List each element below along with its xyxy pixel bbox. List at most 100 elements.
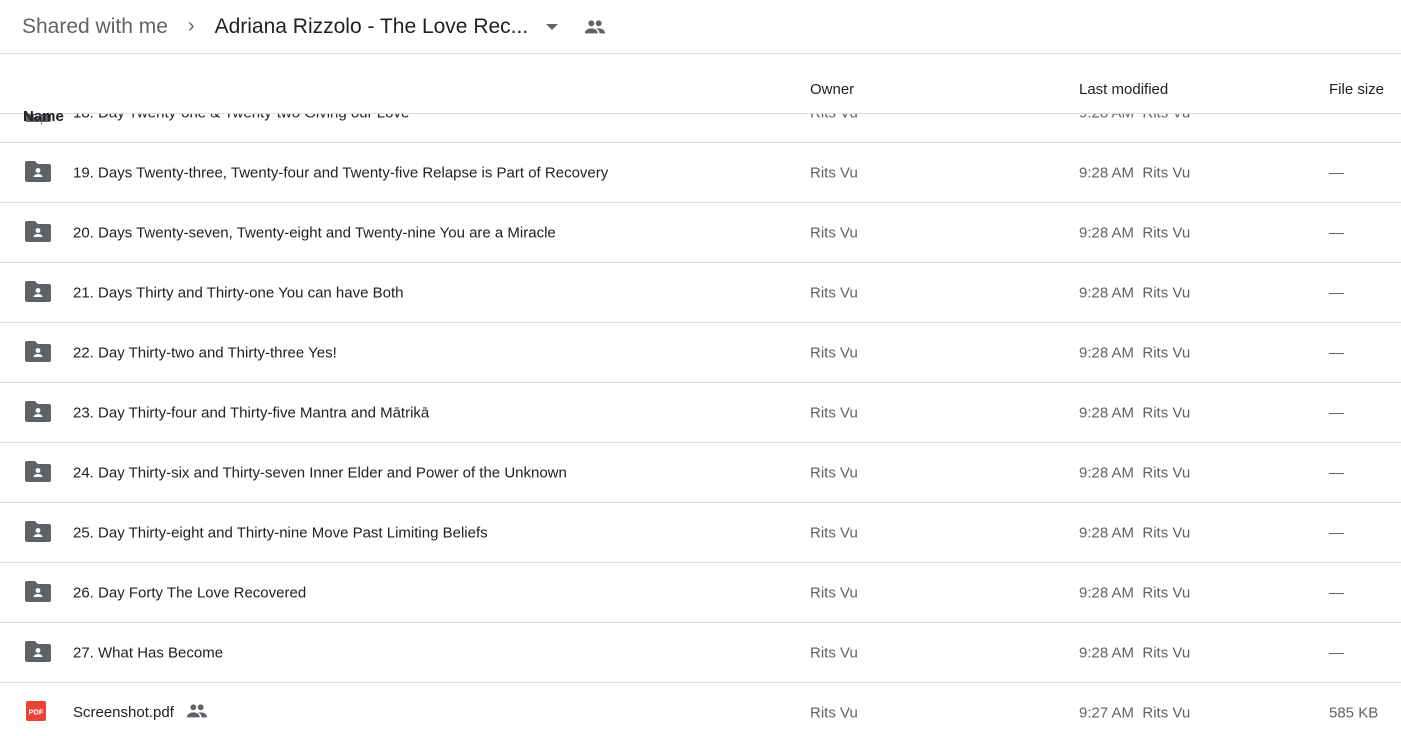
file-name-text: 19. Days Twenty-three, Twenty-four and T… <box>73 164 609 181</box>
file-name[interactable]: 22. Day Thirty-two and Thirty-three Yes! <box>73 344 337 361</box>
column-file-size[interactable]: File size <box>1329 81 1384 98</box>
file-row[interactable]: 24. Day Thirty-six and Thirty-seven Inne… <box>0 443 1401 503</box>
file-name-text: 21. Days Thirty and Thirty-one You can h… <box>73 284 404 301</box>
shared-folder-icon <box>25 580 51 606</box>
shared-folder-icon <box>25 220 51 246</box>
file-size: — <box>1329 284 1344 301</box>
owner: Rits Vu <box>810 404 858 421</box>
owner: Rits Vu <box>810 584 858 601</box>
file-name-text: 18. Day Twenty-one & Twenty-two Giving o… <box>73 114 409 121</box>
file-name[interactable]: Screenshot.pdf <box>73 703 208 723</box>
owner: Rits Vu <box>810 114 858 121</box>
svg-text:PDF: PDF <box>29 707 44 716</box>
file-name-text: Screenshot.pdf <box>73 704 174 721</box>
file-row[interactable]: 19. Days Twenty-three, Twenty-four and T… <box>0 143 1401 203</box>
file-name-text: 23. Day Thirty-four and Thirty-five Mant… <box>73 404 430 421</box>
file-size: 585 KB <box>1329 704 1379 721</box>
shared-folder-icon <box>25 340 51 366</box>
shared-folder-icon <box>25 640 51 666</box>
last-modified: 9:28 AM Rits Vu <box>1079 584 1190 601</box>
chevron-right-icon: › <box>187 15 195 37</box>
modified-by: Rits Vu <box>1142 224 1191 241</box>
file-row[interactable]: 25. Day Thirty-eight and Thirty-nine Mov… <box>0 503 1401 563</box>
last-modified: 9:28 AM Rits Vu <box>1079 164 1190 181</box>
owner: Rits Vu <box>810 224 858 241</box>
column-owner[interactable]: Owner <box>810 81 854 98</box>
last-modified: 9:28 AM Rits Vu <box>1079 284 1190 301</box>
file-size: — <box>1329 404 1344 421</box>
file-row[interactable]: 21. Days Thirty and Thirty-one You can h… <box>0 263 1401 323</box>
last-modified: 9:28 AM Rits Vu <box>1079 524 1190 541</box>
modified-by: Rits Vu <box>1142 644 1191 661</box>
file-name-text: 20. Days Twenty-seven, Twenty-eight and … <box>73 224 556 241</box>
file-name-text: 22. Day Thirty-two and Thirty-three Yes! <box>73 344 337 361</box>
owner: Rits Vu <box>810 284 858 301</box>
file-name-text: 24. Day Thirty-six and Thirty-seven Inne… <box>73 464 567 481</box>
file-row[interactable]: 23. Day Thirty-four and Thirty-five Mant… <box>0 383 1401 443</box>
file-row[interactable]: 18. Day Twenty-one & Twenty-two Giving o… <box>0 114 1401 143</box>
owner: Rits Vu <box>810 524 858 541</box>
modified-time: 9:28 AM <box>1079 464 1135 481</box>
file-name-text: 25. Day Thirty-eight and Thirty-nine Mov… <box>73 524 488 541</box>
last-modified: 9:28 AM Rits Vu <box>1079 464 1190 481</box>
shared-folder-icon <box>25 400 51 426</box>
file-name[interactable]: 24. Day Thirty-six and Thirty-seven Inne… <box>73 464 567 481</box>
owner: Rits Vu <box>810 464 858 481</box>
file-size: — <box>1329 524 1344 541</box>
last-modified: 9:28 AM Rits Vu <box>1079 404 1190 421</box>
owner: Rits Vu <box>810 344 858 361</box>
file-row[interactable]: PDF Screenshot.pdf Rits Vu 9:27 AM Rits … <box>0 683 1401 736</box>
current-folder-label: Adriana Rizzolo - The Love Rec... <box>214 14 529 38</box>
file-size: — <box>1329 164 1344 181</box>
shared-folder-icon <box>25 280 51 306</box>
file-name[interactable]: 27. What Has Become <box>73 644 223 661</box>
file-name[interactable]: 26. Day Forty The Love Recovered <box>73 584 306 601</box>
file-row[interactable]: 20. Days Twenty-seven, Twenty-eight and … <box>0 203 1401 263</box>
last-modified: 9:28 AM Rits Vu <box>1079 644 1190 661</box>
owner: Rits Vu <box>810 644 858 661</box>
file-row[interactable]: 26. Day Forty The Love Recovered Rits Vu… <box>0 563 1401 623</box>
file-name[interactable]: 18. Day Twenty-one & Twenty-two Giving o… <box>73 114 409 121</box>
last-modified: 9:28 AM Rits Vu <box>1079 114 1190 121</box>
modified-time: 9:27 AM <box>1079 704 1135 721</box>
file-name[interactable]: 25. Day Thirty-eight and Thirty-nine Mov… <box>73 524 488 541</box>
modified-by: Rits Vu <box>1142 164 1191 181</box>
shared-people-icon <box>585 19 606 33</box>
file-row[interactable]: 22. Day Thirty-two and Thirty-three Yes!… <box>0 323 1401 383</box>
modified-by: Rits Vu <box>1142 524 1191 541</box>
last-modified: 9:27 AM Rits Vu <box>1079 704 1190 721</box>
breadcrumb-current-folder[interactable]: Adriana Rizzolo - The Love Rec... <box>215 15 559 39</box>
modified-by: Rits Vu <box>1142 704 1191 721</box>
owner: Rits Vu <box>810 164 858 181</box>
modified-by: Rits Vu <box>1142 404 1191 421</box>
last-modified: 9:28 AM Rits Vu <box>1079 224 1190 241</box>
file-row[interactable]: 27. What Has Become Rits Vu 9:28 AM Rits… <box>0 623 1401 683</box>
modified-time: 9:28 AM <box>1079 524 1135 541</box>
shared-people-icon <box>186 703 208 723</box>
shared-folder-icon <box>25 520 51 546</box>
shared-folder-icon <box>25 160 51 186</box>
breadcrumb: Shared with me › Adriana Rizzolo - The L… <box>0 0 1401 54</box>
modified-time: 9:28 AM <box>1079 284 1135 301</box>
modified-time: 9:28 AM <box>1079 224 1135 241</box>
file-name[interactable]: 23. Day Thirty-four and Thirty-five Mant… <box>73 404 429 421</box>
modified-time: 9:28 AM <box>1079 164 1135 181</box>
file-name[interactable]: 19. Days Twenty-three, Twenty-four and T… <box>73 164 608 181</box>
breadcrumb-shared-with-me[interactable]: Shared with me <box>22 15 168 39</box>
pdf-file-icon: PDF <box>25 700 47 726</box>
modified-time: 9:28 AM <box>1079 584 1135 601</box>
file-size: — <box>1329 114 1344 121</box>
modified-time: 9:28 AM <box>1079 404 1135 421</box>
file-name[interactable]: 21. Days Thirty and Thirty-one You can h… <box>73 284 403 301</box>
modified-by: Rits Vu <box>1142 114 1190 121</box>
file-list[interactable]: 18. Day Twenty-one & Twenty-two Giving o… <box>0 114 1401 736</box>
file-name-text: 26. Day Forty The Love Recovered <box>73 584 307 601</box>
modified-by: Rits Vu <box>1142 464 1191 481</box>
dropdown-arrow-icon <box>546 23 559 30</box>
column-last-modified[interactable]: Last modified <box>1079 81 1168 98</box>
modified-by: Rits Vu <box>1142 584 1191 601</box>
arrow-up-icon: ↑ <box>37 108 46 128</box>
file-name[interactable]: 20. Days Twenty-seven, Twenty-eight and … <box>73 224 556 241</box>
column-header: Name ↑ Owner Last modified File size <box>0 54 1401 128</box>
file-name-text: 27. What Has Become <box>73 644 224 661</box>
